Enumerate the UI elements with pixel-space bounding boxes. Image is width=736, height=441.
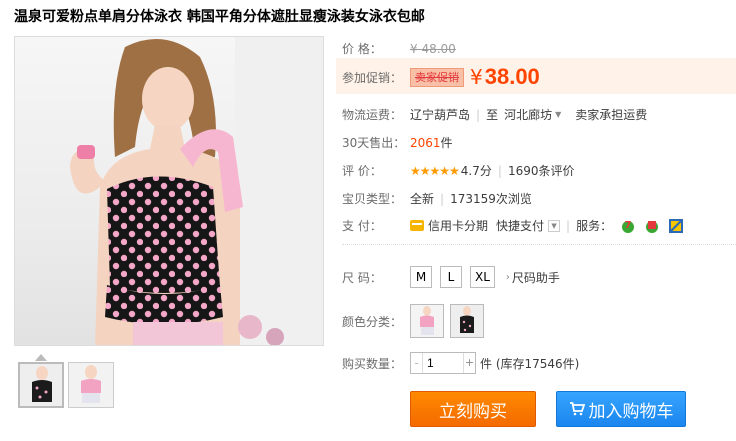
add-to-cart-label: 加入购物车	[588, 401, 674, 422]
item-type-label: 宝贝类型：	[342, 192, 403, 206]
size-label: 尺 码：	[342, 270, 382, 285]
size-option-m[interactable]: M	[410, 266, 432, 288]
promo-tag: 卖家促销	[410, 67, 464, 87]
add-to-cart-button[interactable]: 加入购物车	[556, 391, 686, 427]
buy-now-button[interactable]: 立刻购买	[410, 391, 536, 427]
size-helper-link[interactable]: 尺码助手	[512, 269, 560, 286]
rating-label: 评 价：	[342, 164, 382, 178]
sales-count: 2061	[410, 135, 441, 150]
shipping-label: 物流运费：	[342, 108, 403, 122]
payment-label: 支 付：	[342, 219, 382, 233]
item-condition: 全新	[410, 192, 435, 206]
decrement-button[interactable]: -	[411, 353, 423, 373]
shipping-from: 辽宁葫芦岛	[410, 108, 471, 122]
promo-label: 参加促销：	[342, 70, 403, 85]
chevron-down-icon[interactable]: ▼	[548, 219, 561, 232]
size-option-l[interactable]: L	[440, 266, 462, 288]
svg-text:7: 7	[625, 220, 632, 231]
section-divider	[342, 244, 736, 245]
quick-pay[interactable]: 快捷支付	[496, 217, 544, 234]
color-label: 颜色分类：	[342, 314, 403, 329]
shipping-destination[interactable]: 河北廊坊	[504, 106, 552, 123]
product-main-image[interactable]	[14, 36, 324, 346]
credit-installment[interactable]: 信用卡分期	[428, 217, 488, 234]
price-label: 价 格：	[342, 42, 382, 56]
stock-info: 件 (库存17546件)	[480, 356, 580, 371]
star-rating-icon: ★★★★★	[410, 163, 460, 178]
shipping-fee: 卖家承担运费	[575, 108, 648, 122]
quantity-label: 购买数量：	[342, 356, 403, 371]
chevron-down-icon[interactable]: ▼	[555, 110, 561, 119]
original-price: ¥ 48.00	[410, 41, 456, 56]
insurance-icon[interactable]	[668, 218, 684, 234]
currency-symbol: ¥	[470, 65, 483, 89]
divider: |	[497, 163, 502, 178]
thumbnail-2[interactable]	[68, 362, 114, 408]
seven-day-return-icon[interactable]: 7	[620, 218, 636, 234]
divider: |	[476, 107, 481, 122]
sales-unit: 件	[440, 136, 453, 150]
chevron-right-icon[interactable]: ›	[506, 272, 510, 283]
quantity-stepper: - +	[410, 352, 476, 374]
buy-now-label: 立刻购买	[439, 401, 507, 422]
thumbnail-1[interactable]	[18, 362, 64, 408]
promo-price: 38.00	[484, 64, 540, 89]
increment-button[interactable]: +	[463, 353, 475, 373]
divider: |	[440, 191, 445, 206]
color-option-pink[interactable]	[410, 304, 444, 338]
cart-icon	[569, 402, 585, 416]
service-label: 服务：	[576, 219, 613, 233]
quantity-input[interactable]	[423, 353, 463, 373]
thumbnail-pointer	[35, 354, 47, 361]
credit-card-icon	[410, 220, 424, 231]
shipping-to-label: 至	[486, 108, 499, 122]
authentic-guarantee-icon[interactable]	[644, 218, 660, 234]
size-option-xl[interactable]: XL	[470, 266, 495, 288]
rating-score: 4.7分	[460, 164, 492, 178]
sales-label: 30天售出：	[342, 136, 406, 150]
view-count: 173159次浏览	[450, 192, 532, 206]
review-count[interactable]: 1690条评价	[508, 162, 575, 179]
divider: |	[566, 218, 571, 233]
color-option-black[interactable]	[450, 304, 484, 338]
